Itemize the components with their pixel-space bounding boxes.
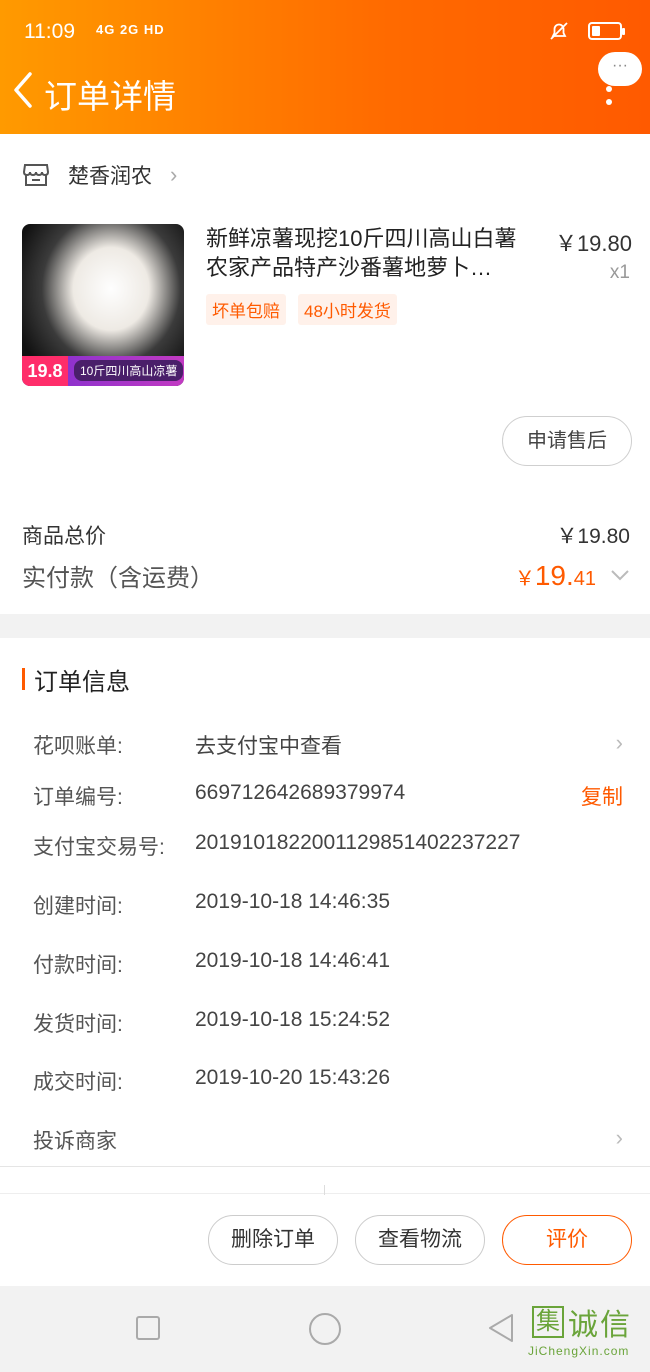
info-row-order-number: 订单编号: 669712642689379974 复制 [33,781,633,811]
order-info-section: 订单信息 花呗账单: 去支付宝中查看 › 订单编号: 6697126426893… [0,638,650,1166]
mute-bell-icon [550,22,568,40]
info-label: 成交时间: [33,1071,123,1094]
status-icons [548,20,625,42]
review-button[interactable]: 评价 [502,1215,632,1265]
copy-button[interactable]: 复制 [581,781,623,811]
chevron-right-icon: › [170,162,178,187]
product-price: ￥19.80 [554,231,632,256]
page-title: 订单详情 [44,78,176,115]
watermark-text: 诚信 [568,1309,632,1342]
info-row-completed: 成交时间: 2019-10-20 15:43:26 [33,1066,633,1096]
paid-label: 实付款（含运费） [22,565,214,592]
action-bar: 删除订单 查看物流 评价 [0,1166,650,1286]
paid-amount: ￥ 19. 41 [515,560,630,592]
status-time: 11:09 [24,20,75,43]
chevron-right-icon: › [615,730,623,755]
paid-decimal: 41 [573,567,596,590]
product-tags: 坏单包赔 48小时发货 [206,294,397,325]
tag-shipping: 48小时发货 [298,294,397,325]
thumbnail-price: 19.8 [22,356,68,386]
info-value: 2019101822001129851402237227 [195,831,521,854]
info-value: 去支付宝中查看 [195,735,342,758]
info-value: 2019-10-18 15:24:52 [195,1008,390,1031]
divider [0,1193,650,1194]
info-row-paid-time: 付款时间: 2019-10-18 14:46:41 [33,949,633,979]
tag-guarantee: 坏单包赔 [206,294,286,325]
delete-order-button[interactable]: 删除订单 [208,1215,338,1265]
complaint-row[interactable]: 投诉商家 › [33,1125,633,1155]
info-value: 2019-10-18 14:46:41 [195,949,390,972]
back-arrow-icon[interactable] [10,70,36,110]
info-label: 订单编号: [33,786,123,809]
info-label: 花呗账单: [33,735,123,758]
info-row-shipped: 发货时间: 2019-10-18 15:24:52 [33,1008,633,1038]
info-label: 付款时间: [33,954,123,977]
info-row-alipay-trade: 支付宝交易号: 2019101822001129851402237227 [33,831,633,861]
section-title-text: 订单信息 [34,668,130,696]
back-triangle-icon[interactable] [486,1312,516,1344]
total-price-row: 商品总价 ￥19.80 [22,520,630,550]
more-bubble[interactable]: ··· [598,52,642,86]
product-quantity: x1 [609,262,630,283]
info-value: 669712642689379974 [195,781,406,804]
paid-row[interactable]: 实付款（含运费） ￥ 19. 41 [22,558,630,593]
recents-icon[interactable] [136,1316,160,1340]
paid-integer: 19. [534,559,574,591]
info-row-huabei[interactable]: 花呗账单: 去支付宝中查看 › [33,730,633,760]
divider-tick [324,1185,325,1195]
info-value: 2019-10-20 15:43:26 [195,1066,390,1089]
info-value: 2019-10-18 14:46:35 [195,890,390,913]
paid-symbol: ￥ [514,567,535,590]
total-price-value: ￥19.80 [556,525,630,548]
product-title[interactable]: 新鲜凉薯现挖10斤四川高山白薯农家产品特产沙番薯地萝卜… [206,224,532,282]
watermark-logo: 集 诚信 JiChengXin.com [528,1300,646,1368]
chevron-right-icon: › [615,1125,623,1150]
info-row-created: 创建时间: 2019-10-18 14:46:35 [33,890,633,920]
battery-icon [588,22,625,40]
app-header: 11:09 4G 2G HD 订单详情 ··· [0,0,650,134]
section-title: 订单信息 [22,666,130,696]
more-menu-icon[interactable] [606,86,612,112]
info-label: 发货时间: [33,1013,123,1036]
info-label: 支付宝交易号: [33,836,165,859]
shop-row[interactable]: 楚香润农 › [22,160,177,190]
view-logistics-button[interactable]: 查看物流 [355,1215,485,1265]
shop-name: 楚香润农 [68,165,152,188]
store-icon [22,164,50,186]
info-label: 创建时间: [33,895,123,918]
chevron-down-icon[interactable] [610,565,630,585]
system-nav-bar: 集 诚信 JiChengXin.com [0,1286,650,1372]
network-indicator: 4G 2G HD [96,22,165,37]
product-card: 楚香润农 › 19.8 10斤四川高山凉薯 新鲜凉薯现挖10斤四川高山白薯农家产… [0,134,650,614]
watermark-box: 集 [532,1306,564,1338]
home-icon[interactable] [309,1313,341,1345]
complaint-label: 投诉商家 [33,1130,117,1153]
section-accent-bar [22,668,25,690]
watermark-subtext: JiChengXin.com [528,1344,630,1358]
product-thumbnail[interactable]: 19.8 10斤四川高山凉薯 [22,224,184,386]
after-sale-button[interactable]: 申请售后 [502,416,632,466]
thumbnail-caption: 10斤四川高山凉薯 [74,360,184,381]
total-price-label: 商品总价 [22,525,106,548]
